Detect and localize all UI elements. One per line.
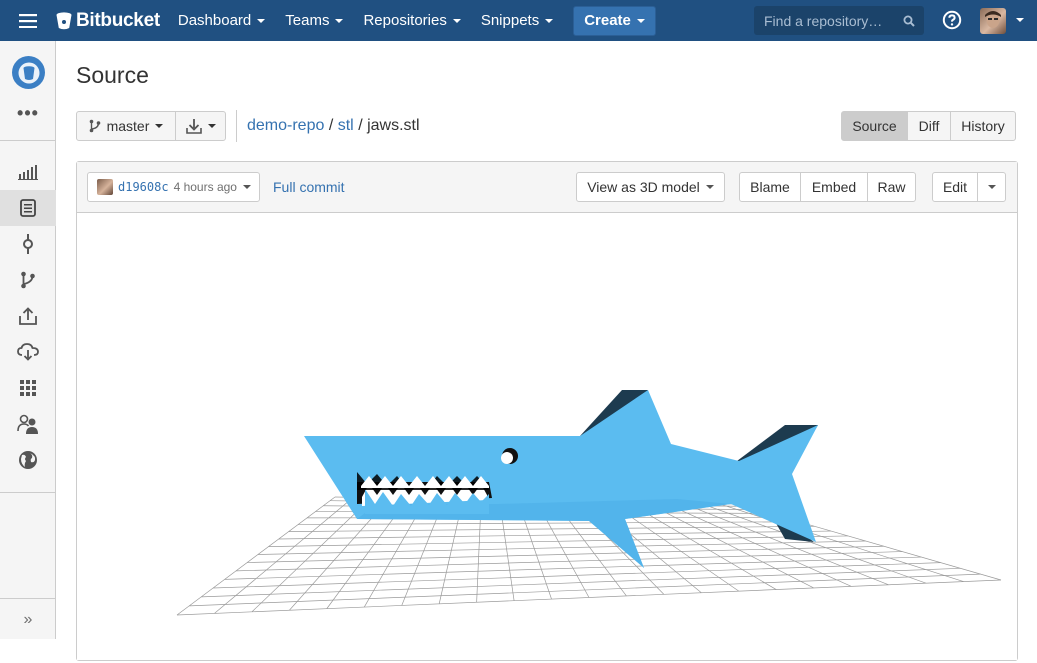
breadcrumb-repo-link[interactable]: demo-repo xyxy=(247,117,324,134)
author-avatar xyxy=(97,179,113,195)
chevron-down-icon xyxy=(453,19,461,23)
bucket-icon xyxy=(56,12,72,30)
grid-line xyxy=(201,568,960,597)
commit-hash: d19608c xyxy=(118,180,169,194)
user-avatar[interactable] xyxy=(980,8,1006,34)
pull-requests-icon[interactable] xyxy=(0,298,56,334)
globe-icon[interactable] xyxy=(0,442,56,478)
search-placeholder: Find a repository… xyxy=(764,13,882,29)
grid-line xyxy=(177,497,335,615)
sidebar-divider xyxy=(0,492,56,493)
commits-icon[interactable] xyxy=(0,226,56,262)
file-header: d19608c 4 hours ago Full commit View as … xyxy=(77,162,1017,213)
menu-icon[interactable] xyxy=(0,0,56,41)
file-panel: d19608c 4 hours ago Full commit View as … xyxy=(76,161,1018,661)
chevron-down-icon xyxy=(637,19,645,23)
page-title: Source xyxy=(76,62,149,89)
nav-dashboard-label: Dashboard xyxy=(178,12,251,29)
embed-button[interactable]: Embed xyxy=(800,172,868,202)
breadcrumb-dir-link[interactable]: stl xyxy=(338,117,354,134)
nav-repositories[interactable]: Repositories xyxy=(363,12,460,29)
sidebar-divider xyxy=(0,598,56,599)
team-icon[interactable] xyxy=(0,406,56,442)
file-actions: Blame Embed Raw xyxy=(739,172,916,202)
chevron-down-icon[interactable] xyxy=(1016,18,1024,22)
tab-source[interactable]: Source xyxy=(841,111,908,141)
grid-line xyxy=(213,563,941,588)
bitbucket-logo[interactable]: Bitbucket xyxy=(56,10,160,32)
blame-button[interactable]: Blame xyxy=(739,172,801,202)
tab-history[interactable]: History xyxy=(950,111,1016,141)
edit-controls: Edit xyxy=(932,172,1006,202)
create-label: Create xyxy=(584,12,631,29)
branches-icon[interactable] xyxy=(0,262,56,298)
breadcrumb-file: jaws.stl xyxy=(367,117,419,134)
commit-time: 4 hours ago xyxy=(174,180,237,194)
overview-icon[interactable] xyxy=(0,154,56,190)
sidebar-divider xyxy=(0,140,56,141)
grid-line xyxy=(247,546,884,562)
nav-repositories-label: Repositories xyxy=(363,12,446,29)
chevron-down-icon xyxy=(208,124,216,128)
stl-3d-viewer[interactable] xyxy=(77,214,1017,660)
edit-options-button[interactable] xyxy=(977,172,1006,202)
view-tabs: Source Diff History xyxy=(841,111,1016,141)
chevron-down-icon xyxy=(243,185,251,189)
download-button[interactable] xyxy=(175,111,226,141)
source-icon[interactable] xyxy=(0,190,56,226)
grid-line xyxy=(298,522,799,525)
expand-sidebar-icon[interactable]: » xyxy=(0,611,56,629)
nav-snippets-label: Snippets xyxy=(481,12,539,29)
chevron-down-icon xyxy=(545,19,553,23)
branch-icon xyxy=(89,119,101,133)
branch-selector[interactable]: master xyxy=(76,111,176,141)
chevron-down-icon xyxy=(257,19,265,23)
toolbar-divider xyxy=(236,110,237,142)
chevron-down-icon xyxy=(155,124,163,128)
view-mode-label: View as 3D model xyxy=(587,179,700,195)
help-icon[interactable] xyxy=(942,10,962,30)
boards-icon[interactable] xyxy=(0,370,56,406)
download-icon xyxy=(186,118,202,134)
branch-controls: master xyxy=(76,111,226,141)
view-mode-selector[interactable]: View as 3D model xyxy=(576,172,725,202)
grid-line xyxy=(214,497,353,613)
breadcrumb-separator: / xyxy=(358,117,362,134)
tab-diff[interactable]: Diff xyxy=(907,111,951,141)
nav-dashboard[interactable]: Dashboard xyxy=(178,12,265,29)
nav-teams[interactable]: Teams xyxy=(285,12,343,29)
grid-line xyxy=(289,526,815,531)
commit-selector[interactable]: d19608c 4 hours ago xyxy=(87,172,260,202)
branch-name: master xyxy=(107,118,150,134)
nav-snippets[interactable]: Snippets xyxy=(481,12,553,29)
nav-teams-label: Teams xyxy=(285,12,329,29)
chevron-down-icon xyxy=(706,185,714,189)
downloads-icon[interactable] xyxy=(0,334,56,370)
edit-button[interactable]: Edit xyxy=(932,172,978,202)
chevron-down-icon xyxy=(335,19,343,23)
more-options-icon[interactable]: ••• xyxy=(0,105,56,121)
3d-model-canvas[interactable] xyxy=(77,214,1017,660)
repository-sidebar: ••• » xyxy=(0,41,56,639)
raw-button[interactable]: Raw xyxy=(867,172,916,202)
search-icon xyxy=(903,15,915,27)
breadcrumb: demo-repo / stl / jaws.stl xyxy=(247,117,420,135)
repository-avatar[interactable] xyxy=(12,56,45,89)
create-button[interactable]: Create xyxy=(573,6,656,36)
breadcrumb-separator: / xyxy=(329,117,333,134)
full-commit-link[interactable]: Full commit xyxy=(273,179,345,195)
brand-name: Bitbucket xyxy=(76,10,160,32)
repository-search-input[interactable]: Find a repository… xyxy=(754,6,924,35)
chevron-down-icon xyxy=(988,185,996,189)
